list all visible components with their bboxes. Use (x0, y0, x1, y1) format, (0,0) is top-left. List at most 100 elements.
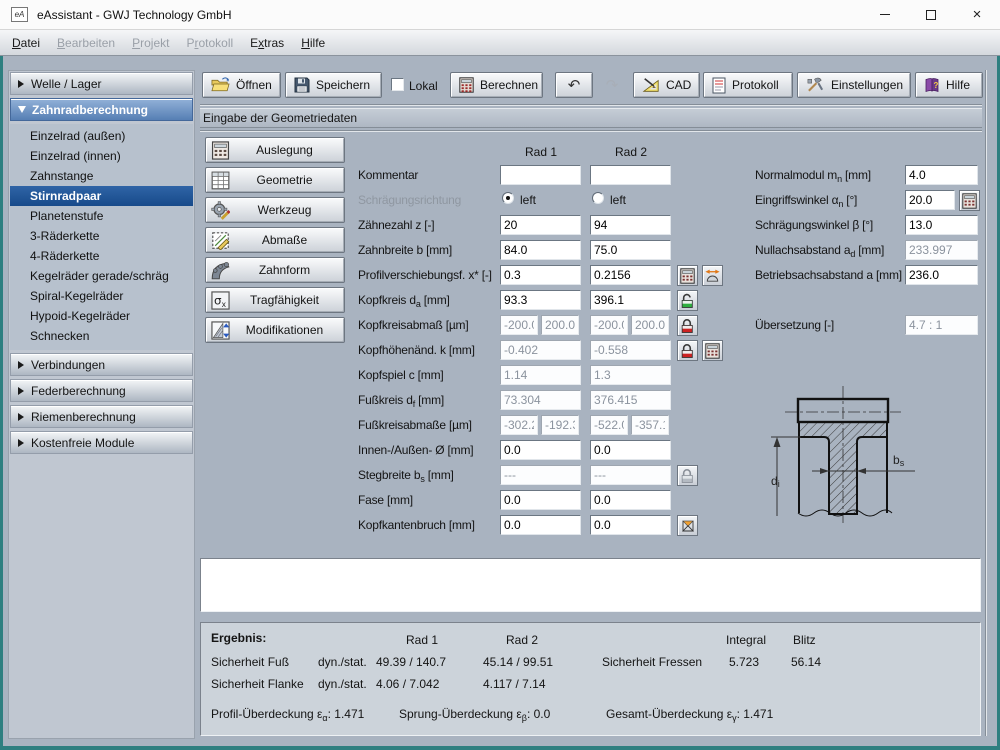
modifikationen-button[interactable]: Modifikationen (205, 317, 345, 343)
sidebar-group-welle-lager[interactable]: Welle / Lager (10, 72, 193, 95)
sidebar-item-planetenstufe[interactable]: Planetenstufe (10, 206, 193, 226)
achsabstand-uebernehmen-button[interactable] (702, 265, 723, 286)
window-title: eAssistant - GWJ Technology GmbH (37, 8, 232, 22)
kopfhoehenaenderung-rad2-input[interactable] (590, 340, 671, 360)
menu-hilfe[interactable]: Hilfe (301, 36, 325, 50)
profilverschiebung-calculator-button[interactable] (677, 265, 698, 286)
uebersetzung-input[interactable] (905, 315, 978, 335)
local-checkbox[interactable] (391, 78, 404, 91)
nullachsabstand-input[interactable] (905, 240, 978, 260)
result-flanke-mode: dyn./stat. (318, 677, 367, 691)
settings-button[interactable]: Einstellungen (797, 72, 911, 98)
kopfspiel-rad2-input[interactable] (590, 365, 671, 385)
kopfhoehenaenderung-rad1-input[interactable] (500, 340, 581, 360)
sidebar-group-zahnradberechnung[interactable]: Zahnradberechnung (10, 98, 193, 121)
fase-rad2-input[interactable] (590, 490, 671, 510)
kopfkreis-rad1-input[interactable] (500, 290, 581, 310)
eingriffswinkel-calculator-button[interactable] (959, 190, 980, 211)
menu-extras[interactable]: Extras (250, 36, 284, 50)
kopfkreis-rad2-input[interactable] (590, 290, 671, 310)
undo-button[interactable]: ↶ (555, 72, 593, 98)
werkzeug-button[interactable]: Werkzeug (205, 197, 345, 223)
sidebar-group-federberechnung[interactable]: Federberechnung (10, 379, 193, 402)
sidebar-item-hypoid-kegelraeder[interactable]: Hypoid-Kegelräder (10, 306, 193, 326)
kopfhoehenaenderung-lock-button[interactable] (677, 340, 698, 361)
menu-datei[interactable]: Datei (12, 36, 40, 50)
maximize-button[interactable] (908, 0, 954, 29)
kopfkantenbruch-rad1-input[interactable] (500, 515, 581, 535)
stegbreite-rad2-input[interactable] (590, 465, 671, 485)
fase-rad1-input[interactable] (500, 490, 581, 510)
schraegung-rad2-radio[interactable] (592, 192, 604, 204)
stegbreite-lock-button[interactable] (677, 465, 698, 486)
minimize-button[interactable] (862, 0, 908, 29)
kopfhoehenaenderung-calculator-button[interactable] (702, 340, 723, 361)
sidebar-item-schnecken[interactable]: Schnecken (10, 326, 193, 346)
result-profil-ueberdeckung: Profil-Überdeckung εα: 1.471 (211, 707, 364, 721)
fusskreis-rad1-input[interactable] (500, 390, 581, 410)
eingriffswinkel-input[interactable] (905, 190, 955, 210)
stegbreite-rad1-input[interactable] (500, 465, 581, 485)
sidebar-item-spiral-kegelraeder[interactable]: Spiral-Kegelräder (10, 286, 193, 306)
kommentar-rad1-input[interactable] (500, 165, 581, 185)
innendurchmesser-rad2-input[interactable] (590, 440, 671, 460)
abmasse-button[interactable]: Abmaße (205, 227, 345, 253)
menu-protokoll[interactable]: Protokoll (186, 36, 233, 50)
zahnform-button[interactable]: Zahnform (205, 257, 345, 283)
close-button[interactable]: × (954, 0, 1000, 29)
cad-button[interactable]: CAD (633, 72, 700, 98)
fusskreisabmasse-rad2-min-input[interactable] (590, 415, 628, 435)
kommentar-rad2-input[interactable] (590, 165, 671, 185)
profilverschiebung-rad1-input[interactable] (500, 265, 581, 285)
kopfkreisabmass-rad1-max-input[interactable] (541, 315, 579, 335)
fusskreisabmasse-rad1-max-input[interactable] (541, 415, 579, 435)
kopfkreisabmass-rad2-min-input[interactable] (590, 315, 628, 335)
kopfkreisabmass-lock-button[interactable] (677, 315, 698, 336)
sidebar-item-3-raederkette[interactable]: 3-Räderkette (10, 226, 193, 246)
fusskreisabmasse-rad2-max-input[interactable] (631, 415, 669, 435)
sidebar-item-einzelrad-innen[interactable]: Einzelrad (innen) (10, 146, 193, 166)
profilverschiebung-rad2-input[interactable] (590, 265, 671, 285)
zahnbreite-rad2-input[interactable] (590, 240, 671, 260)
menu-projekt[interactable]: Projekt (132, 36, 169, 50)
zaehnezahl-rad1-input[interactable] (500, 215, 581, 235)
results-col-blitz: Blitz (793, 633, 816, 647)
sidebar-item-kegelraeder[interactable]: Kegelräder gerade/schräg (10, 266, 193, 286)
auslegung-button[interactable]: Auslegung (205, 137, 345, 163)
sidebar-item-stirnradpaar[interactable]: Stirnradpaar (10, 186, 193, 206)
svg-text:bs: bs (893, 453, 905, 468)
sidebar-group-kostenfreie-module[interactable]: Kostenfreie Module (10, 431, 193, 454)
kopfkreisabmass-rad2-max-input[interactable] (631, 315, 669, 335)
result-fuss-label: Sicherheit Fuß (211, 655, 289, 669)
normalmodul-input[interactable] (905, 165, 978, 185)
sidebar-item-zahnstange[interactable]: Zahnstange (10, 166, 193, 186)
kopfspiel-rad1-input[interactable] (500, 365, 581, 385)
betriebsachsabstand-input[interactable] (905, 265, 978, 285)
redo-button[interactable]: ↷ (594, 72, 630, 98)
menu-bearbeiten[interactable]: Bearbeiten (57, 36, 115, 50)
schraegungswinkel-input[interactable] (905, 215, 978, 235)
open-button[interactable]: Öffnen (202, 72, 281, 98)
sidebar-item-4-raederkette[interactable]: 4-Räderkette (10, 246, 193, 266)
sidebar-group-riemenberechnung[interactable]: Riemenberechnung (10, 405, 193, 428)
label-fusskreisabmasse: Fußkreisabmaße [µm] (358, 418, 472, 432)
calculate-button[interactable]: Berechnen (450, 72, 543, 98)
zahnbreite-rad1-input[interactable] (500, 240, 581, 260)
zaehnezahl-rad2-input[interactable] (590, 215, 671, 235)
innendurchmesser-rad1-input[interactable] (500, 440, 581, 460)
help-button[interactable]: ? Hilfe (915, 72, 983, 98)
protocol-button[interactable]: Protokoll (703, 72, 793, 98)
fusskreisabmasse-rad1-min-input[interactable] (500, 415, 538, 435)
tragfaehigkeit-button[interactable]: σx Tragfähigkeit (205, 287, 345, 313)
kopfkreisabmass-rad1-min-input[interactable] (500, 315, 538, 335)
save-button[interactable]: Speichern (285, 72, 382, 98)
fusskreis-rad2-input[interactable] (590, 390, 671, 410)
sidebar-item-einzelrad-aussen[interactable]: Einzelrad (außen) (10, 126, 193, 146)
sidebar-group-verbindungen[interactable]: Verbindungen (10, 353, 193, 376)
kopfkantenbruch-detail-button[interactable] (677, 515, 698, 536)
label-schraegungsrichtung: Schrägungsrichtung (358, 193, 461, 207)
kopfkantenbruch-rad2-input[interactable] (590, 515, 671, 535)
schraegung-rad1-radio[interactable] (502, 192, 514, 204)
geometrie-button[interactable]: Geometrie (205, 167, 345, 193)
kopfkreis-unlock-button[interactable] (677, 290, 698, 311)
